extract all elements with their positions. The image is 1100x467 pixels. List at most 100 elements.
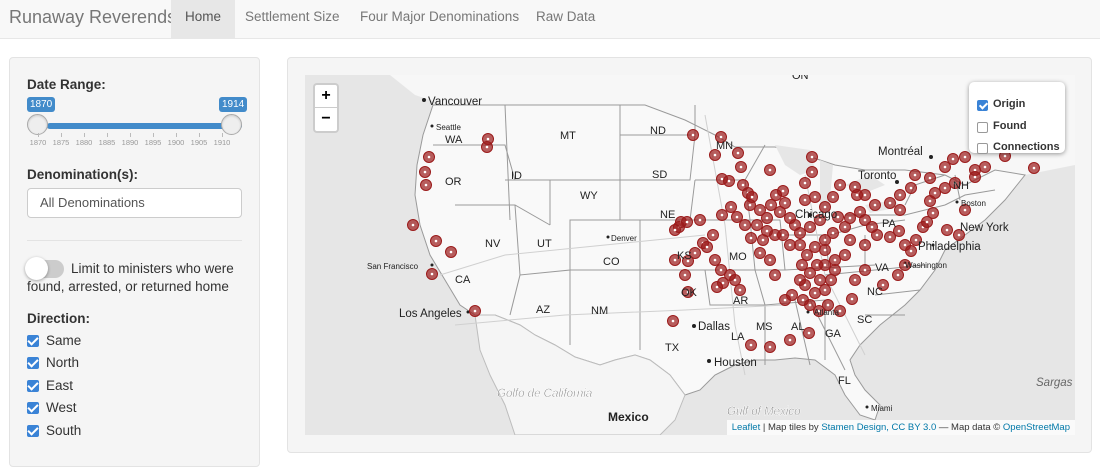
slider-tick [176, 133, 177, 137]
origin-marker-center [963, 208, 967, 212]
zoom-out-button[interactable]: − [315, 108, 337, 131]
checkbox-label: North [46, 355, 80, 370]
origin-marker-center [813, 291, 817, 295]
checkbox-east[interactable] [27, 380, 39, 392]
origin-marker-center [913, 173, 917, 177]
origin-marker-center [738, 288, 742, 292]
origin-marker-center [715, 285, 719, 289]
layer-origin-checkbox[interactable] [977, 100, 988, 111]
origin-marker-center [1032, 166, 1036, 170]
origin-marker-center [855, 193, 859, 197]
origin-marker-center [783, 201, 787, 205]
slider-handle-to[interactable] [221, 114, 242, 135]
origin-marker-center [719, 268, 723, 272]
limit-toggle-switch[interactable] [25, 257, 48, 280]
origin-marker-center [823, 263, 827, 267]
osm-link[interactable]: OpenStreetMap [1003, 422, 1070, 433]
slider-tick [107, 133, 108, 137]
slider-tick-label: 1875 [52, 138, 70, 147]
origin-marker-center [898, 193, 902, 197]
layer-connections-checkbox[interactable] [977, 143, 988, 154]
origin-marker-center [928, 176, 932, 180]
origin-marker-center [973, 168, 977, 172]
slider-from-value: 1870 [27, 97, 56, 112]
slider-tick-label: 1910 [213, 138, 231, 147]
origin-marker-center [765, 216, 769, 220]
origin-marker-center [473, 309, 477, 313]
app-title[interactable]: Runaway Reverends [9, 7, 176, 28]
origin-marker-center [951, 157, 955, 161]
checkbox-south[interactable] [27, 425, 39, 437]
origin-marker-center [810, 155, 814, 159]
checkbox-same[interactable] [27, 335, 39, 347]
origin-marker-center [778, 210, 782, 214]
origin-marker-center [933, 191, 937, 195]
origin-marker-center [430, 272, 434, 276]
origin-marker-center [713, 153, 717, 157]
origin-marker-center [903, 263, 907, 267]
origin-marker-center [727, 179, 731, 183]
origin-marker-center [863, 268, 867, 272]
layer-found-checkbox[interactable] [977, 122, 988, 133]
checkbox-west[interactable] [27, 402, 39, 414]
origin-marker-center [838, 309, 842, 313]
slider-tick [199, 133, 200, 137]
slider-handle-from[interactable] [27, 114, 48, 135]
origin-marker-center [788, 216, 792, 220]
origin-marker-center [434, 239, 438, 243]
origin-marker-center [719, 135, 723, 139]
origin-marker-center [850, 297, 854, 301]
origin-marker-center [898, 208, 902, 212]
origin-marker-center [823, 288, 827, 292]
origin-marker-center [768, 168, 772, 172]
origin-marker-center [870, 225, 874, 229]
origin-marker-center [788, 243, 792, 247]
origin-marker-center [863, 243, 867, 247]
slider-tick-label: 1885 [98, 138, 116, 147]
leaflet-map[interactable]: ON Vancouver Seattle WA OR ID MT ND MN W… [305, 75, 1075, 435]
origin-marker-center [931, 211, 935, 215]
origin-marker-center [773, 273, 777, 277]
tab-home[interactable]: Home [171, 0, 236, 38]
origin-marker-center [765, 229, 769, 233]
origin-marker-center [798, 231, 802, 235]
origin-marker-center [803, 198, 807, 202]
origin-marker-center [888, 201, 892, 205]
zoom-in-button[interactable]: + [315, 85, 337, 108]
slider-tick [222, 133, 223, 137]
tab-settlement-size[interactable]: Settlement Size [231, 0, 354, 38]
origin-marker-center [486, 137, 490, 141]
origin-marker-center [673, 228, 677, 232]
origin-marker-center [485, 145, 489, 149]
origin-marker-center [783, 298, 787, 302]
origin-marker-center [736, 151, 740, 155]
slider-tick [38, 133, 39, 137]
denomination-select[interactable]: All Denominations [27, 188, 242, 218]
navbar: Runaway Reverends Home Settlement Size F… [0, 0, 1100, 39]
origin-marker-center [848, 216, 852, 220]
origin-marker-center [427, 155, 431, 159]
origin-marker-center [873, 203, 877, 207]
origin-marker-center [686, 259, 690, 263]
origin-marker-center [790, 293, 794, 297]
origin-marker-center [729, 205, 733, 209]
tab-four-major-denominations[interactable]: Four Major Denominations [346, 0, 533, 38]
origin-marker-center [768, 345, 772, 349]
origin-marker-center [693, 251, 697, 255]
checkbox-north[interactable] [27, 357, 39, 369]
origin-marker-center [808, 225, 812, 229]
origin-marker-center [914, 238, 918, 242]
origin-marker-center [818, 218, 822, 222]
tab-raw-data[interactable]: Raw Data [522, 0, 609, 38]
origin-marker-center [748, 203, 752, 207]
origin-marker-center [673, 258, 677, 262]
leaflet-link[interactable]: Leaflet [732, 422, 761, 433]
origin-marker-center [798, 278, 802, 282]
origin-marker-center [749, 236, 753, 240]
origin-marker-center [733, 278, 737, 282]
denomination-label: Denomination(s): [27, 167, 138, 182]
stamen-link[interactable]: Stamen Design, CC BY 3.0 [821, 422, 936, 433]
origin-marker-center [823, 205, 827, 209]
origin-marker-center [863, 193, 867, 197]
direction-label: Direction: [27, 311, 91, 326]
